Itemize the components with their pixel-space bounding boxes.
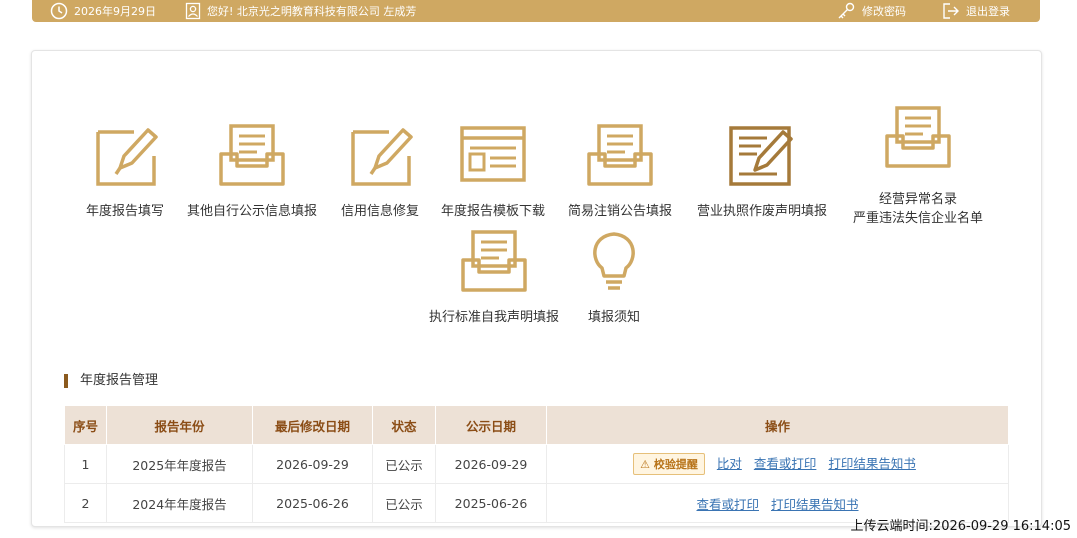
col-header: 状态 [372,405,436,445]
tile-standard-declaration[interactable]: 执行标准自我声明填报 [418,228,570,327]
cell-modified: 2025-06-26 [252,483,373,523]
change-password-button[interactable]: 修改密码 [836,0,906,22]
tile-label-2: 严重违法失信企业名单 [852,211,983,226]
warning-label: 校验提醒 [653,458,698,471]
tile-label: 信用信息修复 [340,204,419,219]
document-edit-icon [727,122,797,188]
section-title: 年度报告管理 [64,374,158,388]
logout-icon [943,3,959,19]
compare-link[interactable]: 比对 [717,456,742,471]
warning-icon: ⚠ [640,458,650,471]
tile-abnormal-list[interactable]: 经营异常名录 严重违法失信企业名单 [842,104,994,228]
date-display: 2026年9月29日 [50,0,156,22]
col-header: 序号 [64,405,107,445]
edit-pen-icon [90,122,160,188]
greeting-text: 您好! 北京光之明教育科技有限公司 左成芳 [207,5,417,18]
inbox-tray-icon [459,228,529,294]
cell-published: 2025-06-26 [435,483,547,523]
greeting: 您好! 北京光之明教育科技有限公司 左成芳 [185,0,416,22]
inbox-tray-icon [883,104,953,170]
template-icon [458,122,528,188]
tile-other-disclosure[interactable]: 其他自行公示信息填报 [177,122,327,221]
top-bar: 2026年9月29日 您好! 北京光之明教育科技有限公司 左成芳 修改密码 退出… [32,0,1040,22]
tile-simple-cancellation[interactable]: 简易注销公告填报 [558,122,682,221]
validation-warning-button[interactable]: ⚠ 校验提醒 [633,453,705,475]
upload-time: 上传云端时间:2026-09-29 16:14:05 [850,519,1071,534]
tile-credit-repair[interactable]: 信用信息修复 [332,122,428,221]
print-notice-link[interactable]: 打印结果告知书 [828,456,916,471]
clock-icon [50,2,68,20]
date-text: 2026年9月29日 [74,5,156,18]
cell-actions: ⚠ 校验提醒 比对 查看或打印 打印结果告知书 [546,444,1009,484]
tile-label: 执行标准自我声明填报 [428,310,559,325]
tile-license-void[interactable]: 营业执照作废声明填报 [686,122,838,221]
tile-label: 营业执照作废声明填报 [696,204,827,219]
lightbulb-icon [579,228,649,294]
tile-label: 简易注销公告填报 [567,204,672,219]
tile-label: 填报须知 [587,310,640,325]
tile-label: 经营异常名录 [878,192,957,207]
logout-label: 退出登录 [966,5,1010,18]
cell-no: 2 [64,483,107,523]
table-row: 1 2025年年度报告 2026-09-29 已公示 2026-09-29 ⚠ … [64,444,1009,484]
logout-button[interactable]: 退出登录 [942,0,1010,22]
tile-label: 其他自行公示信息填报 [186,204,317,219]
annual-report-table: 序号 报告年份 最后修改日期 状态 公示日期 操作 1 2025年年度报告 20… [64,405,1009,523]
cell-status: 已公示 [372,483,436,523]
print-notice-link[interactable]: 打印结果告知书 [771,497,859,512]
tile-label: 年度报告填写 [85,204,164,219]
cell-year: 2024年年度报告 [106,483,253,523]
tile-label: 年度报告模板下载 [440,204,545,219]
tile-filing-notice[interactable]: 填报须知 [576,228,652,327]
tile-annual-report-fill[interactable]: 年度报告填写 [73,122,177,221]
user-badge-icon [185,2,201,20]
col-header: 报告年份 [106,405,253,445]
inbox-tray-icon [217,122,287,188]
tile-template-download[interactable]: 年度报告模板下载 [432,122,554,221]
cell-status: 已公示 [372,444,436,484]
key-icon [838,2,855,19]
cell-modified: 2026-09-29 [252,444,373,484]
change-password-label: 修改密码 [862,5,906,18]
col-header: 公示日期 [435,405,547,445]
edit-pen-icon [345,122,415,188]
table-header-row: 序号 报告年份 最后修改日期 状态 公示日期 操作 [64,405,1009,445]
view-print-link[interactable]: 查看或打印 [754,456,817,471]
cell-published: 2026-09-29 [435,444,547,484]
cell-no: 1 [64,444,107,484]
cell-year: 2025年年度报告 [106,444,253,484]
inbox-tray-icon [585,122,655,188]
view-print-link[interactable]: 查看或打印 [696,497,759,512]
col-header: 操作 [546,405,1009,445]
col-header: 最后修改日期 [252,405,373,445]
